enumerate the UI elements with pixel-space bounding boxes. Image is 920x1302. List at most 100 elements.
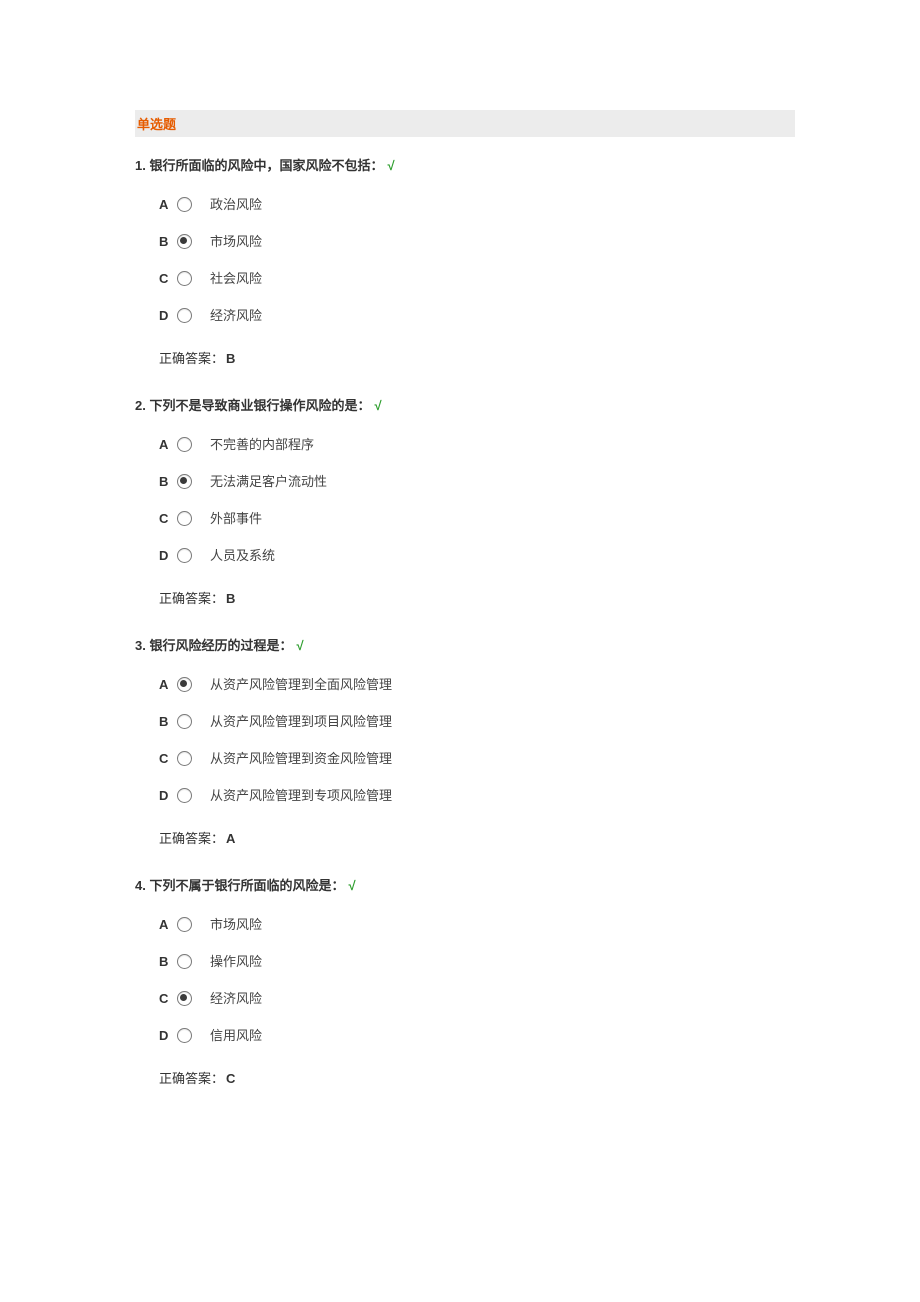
answer-value: A — [226, 831, 235, 846]
question-block: 3. 银行风险经历的过程是：√ A 从资产风险管理到全面风险管理 B 从资产风险管理到项… — [135, 635, 795, 869]
option-row: C 经济风险 — [159, 980, 795, 1017]
question-title: 2. 下列不是导致商业银行操作风险的是： √ — [135, 395, 795, 414]
options-group: A 政治风险 B 市场风险 C 社会风险 D经济风险 — [135, 186, 795, 334]
option-text: 市场风险 — [210, 235, 262, 248]
section-header: 单选题 — [135, 110, 795, 137]
option-text: 经济风险 — [210, 992, 262, 1005]
option-row: C 外部事件 — [159, 500, 795, 537]
answer-label: 正确答案： — [159, 591, 224, 606]
option-radio[interactable] — [177, 234, 192, 249]
question-number: 3. — [135, 638, 146, 653]
option-row: B 操作风险 — [159, 943, 795, 980]
option-row: D 人员及系统 — [159, 537, 795, 574]
option-radio[interactable] — [177, 511, 192, 526]
option-text: 经济风险 — [210, 309, 262, 322]
option-letter: C — [159, 511, 175, 526]
question-title: 4. 下列不属于银行所面临的风险是： √ — [135, 875, 795, 894]
option-row: C 社会风险 — [159, 260, 795, 297]
checkmark-icon: √ — [348, 878, 355, 893]
checkmark-icon: √ — [387, 158, 394, 173]
option-text: 从资产风险管理到资金风险管理 — [210, 752, 392, 765]
question-block: 2. 下列不是导致商业银行操作风险的是： √ A 不完善的内部程序 B 无法满足客户流动性… — [135, 395, 795, 629]
answer-value: B — [226, 591, 235, 606]
page-container: 单选题 1. 银行所面临的风险中，国家风险不包括： √ A 政治风险 B 市场风险 C 社会风… — [0, 0, 920, 1155]
option-radio[interactable] — [177, 548, 192, 563]
option-radio[interactable] — [177, 1028, 192, 1043]
answer-row: 正确答案：B — [135, 574, 795, 629]
option-radio[interactable] — [177, 271, 192, 286]
option-radio[interactable] — [177, 197, 192, 212]
answer-value: B — [226, 351, 235, 366]
option-letter: B — [159, 714, 175, 729]
option-text: 人员及系统 — [210, 549, 275, 562]
answer-label: 正确答案： — [159, 351, 224, 366]
answer-value: C — [226, 1071, 235, 1086]
answer-row: 正确答案：A — [135, 814, 795, 869]
option-radio[interactable] — [177, 788, 192, 803]
answer-label: 正确答案： — [159, 1071, 224, 1086]
option-row: A 政治风险 — [159, 186, 795, 223]
answer-row: 正确答案：C — [135, 1054, 795, 1109]
checkmark-icon: √ — [374, 398, 381, 413]
option-text: 从资产风险管理到项目风险管理 — [210, 715, 392, 728]
option-radio[interactable] — [177, 474, 192, 489]
question-title: 1. 银行所面临的风险中，国家风险不包括： √ — [135, 155, 795, 174]
option-letter: B — [159, 474, 175, 489]
option-row: B 市场风险 — [159, 223, 795, 260]
option-text: 从资产风险管理到全面风险管理 — [210, 678, 392, 691]
question-stem: 银行所面临的风险中，国家风险不包括： — [149, 158, 383, 173]
answer-label: 正确答案： — [159, 831, 224, 846]
question-number: 4. — [135, 878, 146, 893]
option-text: 信用风险 — [210, 1029, 262, 1042]
question-block: 4. 下列不属于银行所面临的风险是： √ A 市场风险 B 操作风险 C 经济风险 D 信用风险正… — [135, 875, 795, 1109]
option-row: D 从资产风险管理到专项风险管理 — [159, 777, 795, 814]
option-text: 外部事件 — [210, 512, 262, 525]
option-letter: D — [159, 548, 175, 563]
question-number: 1. — [135, 158, 146, 173]
option-row: B 无法满足客户流动性 — [159, 463, 795, 500]
option-radio[interactable] — [177, 437, 192, 452]
question-block: 1. 银行所面临的风险中，国家风险不包括： √ A 政治风险 B 市场风险 C 社会风险 D经济… — [135, 155, 795, 389]
option-radio[interactable] — [177, 954, 192, 969]
option-text: 政治风险 — [210, 198, 262, 211]
option-radio[interactable] — [177, 991, 192, 1006]
option-letter: A — [159, 677, 175, 692]
option-letter: B — [159, 234, 175, 249]
question-number: 2. — [135, 398, 146, 413]
option-letter: C — [159, 991, 175, 1006]
option-row: A 不完善的内部程序 — [159, 426, 795, 463]
options-group: A 市场风险 B 操作风险 C 经济风险 D 信用风险 — [135, 906, 795, 1054]
option-letter: C — [159, 751, 175, 766]
option-radio[interactable] — [177, 714, 192, 729]
option-row: C 从资产风险管理到资金风险管理 — [159, 740, 795, 777]
option-letter: A — [159, 197, 175, 212]
option-text: 操作风险 — [210, 955, 262, 968]
option-text: 社会风险 — [210, 272, 262, 285]
option-radio[interactable] — [177, 751, 192, 766]
option-radio[interactable] — [177, 677, 192, 692]
questions-list: 1. 银行所面临的风险中，国家风险不包括：√A政治风险B市场风险C社会风险D经济… — [135, 155, 795, 1109]
option-text: 无法满足客户流动性 — [210, 475, 327, 488]
option-letter: B — [159, 954, 175, 969]
question-title: 3. 银行风险经历的过程是：√ — [135, 635, 795, 654]
option-radio[interactable] — [177, 917, 192, 932]
checkmark-icon: √ — [296, 638, 303, 653]
option-letter: D — [159, 1028, 175, 1043]
option-letter: A — [159, 437, 175, 452]
options-group: A 从资产风险管理到全面风险管理 B 从资产风险管理到项目风险管理 C 从资产风险管理到资… — [135, 666, 795, 814]
option-radio[interactable] — [177, 308, 192, 323]
option-text: 不完善的内部程序 — [210, 438, 314, 451]
option-row: B 从资产风险管理到项目风险管理 — [159, 703, 795, 740]
option-text: 市场风险 — [210, 918, 262, 931]
option-row: D经济风险 — [159, 297, 795, 334]
options-group: A 不完善的内部程序 B 无法满足客户流动性 C 外部事件 D 人员及系统 — [135, 426, 795, 574]
answer-row: 正确答案：B — [135, 334, 795, 389]
option-text: 从资产风险管理到专项风险管理 — [210, 789, 392, 802]
question-stem: 下列不属于银行所面临的风险是： — [149, 878, 344, 893]
option-letter: A — [159, 917, 175, 932]
option-row: D 信用风险 — [159, 1017, 795, 1054]
question-stem: 下列不是导致商业银行操作风险的是： — [149, 398, 370, 413]
option-row: A 从资产风险管理到全面风险管理 — [159, 666, 795, 703]
option-letter: C — [159, 271, 175, 286]
option-letter: D — [159, 788, 175, 803]
